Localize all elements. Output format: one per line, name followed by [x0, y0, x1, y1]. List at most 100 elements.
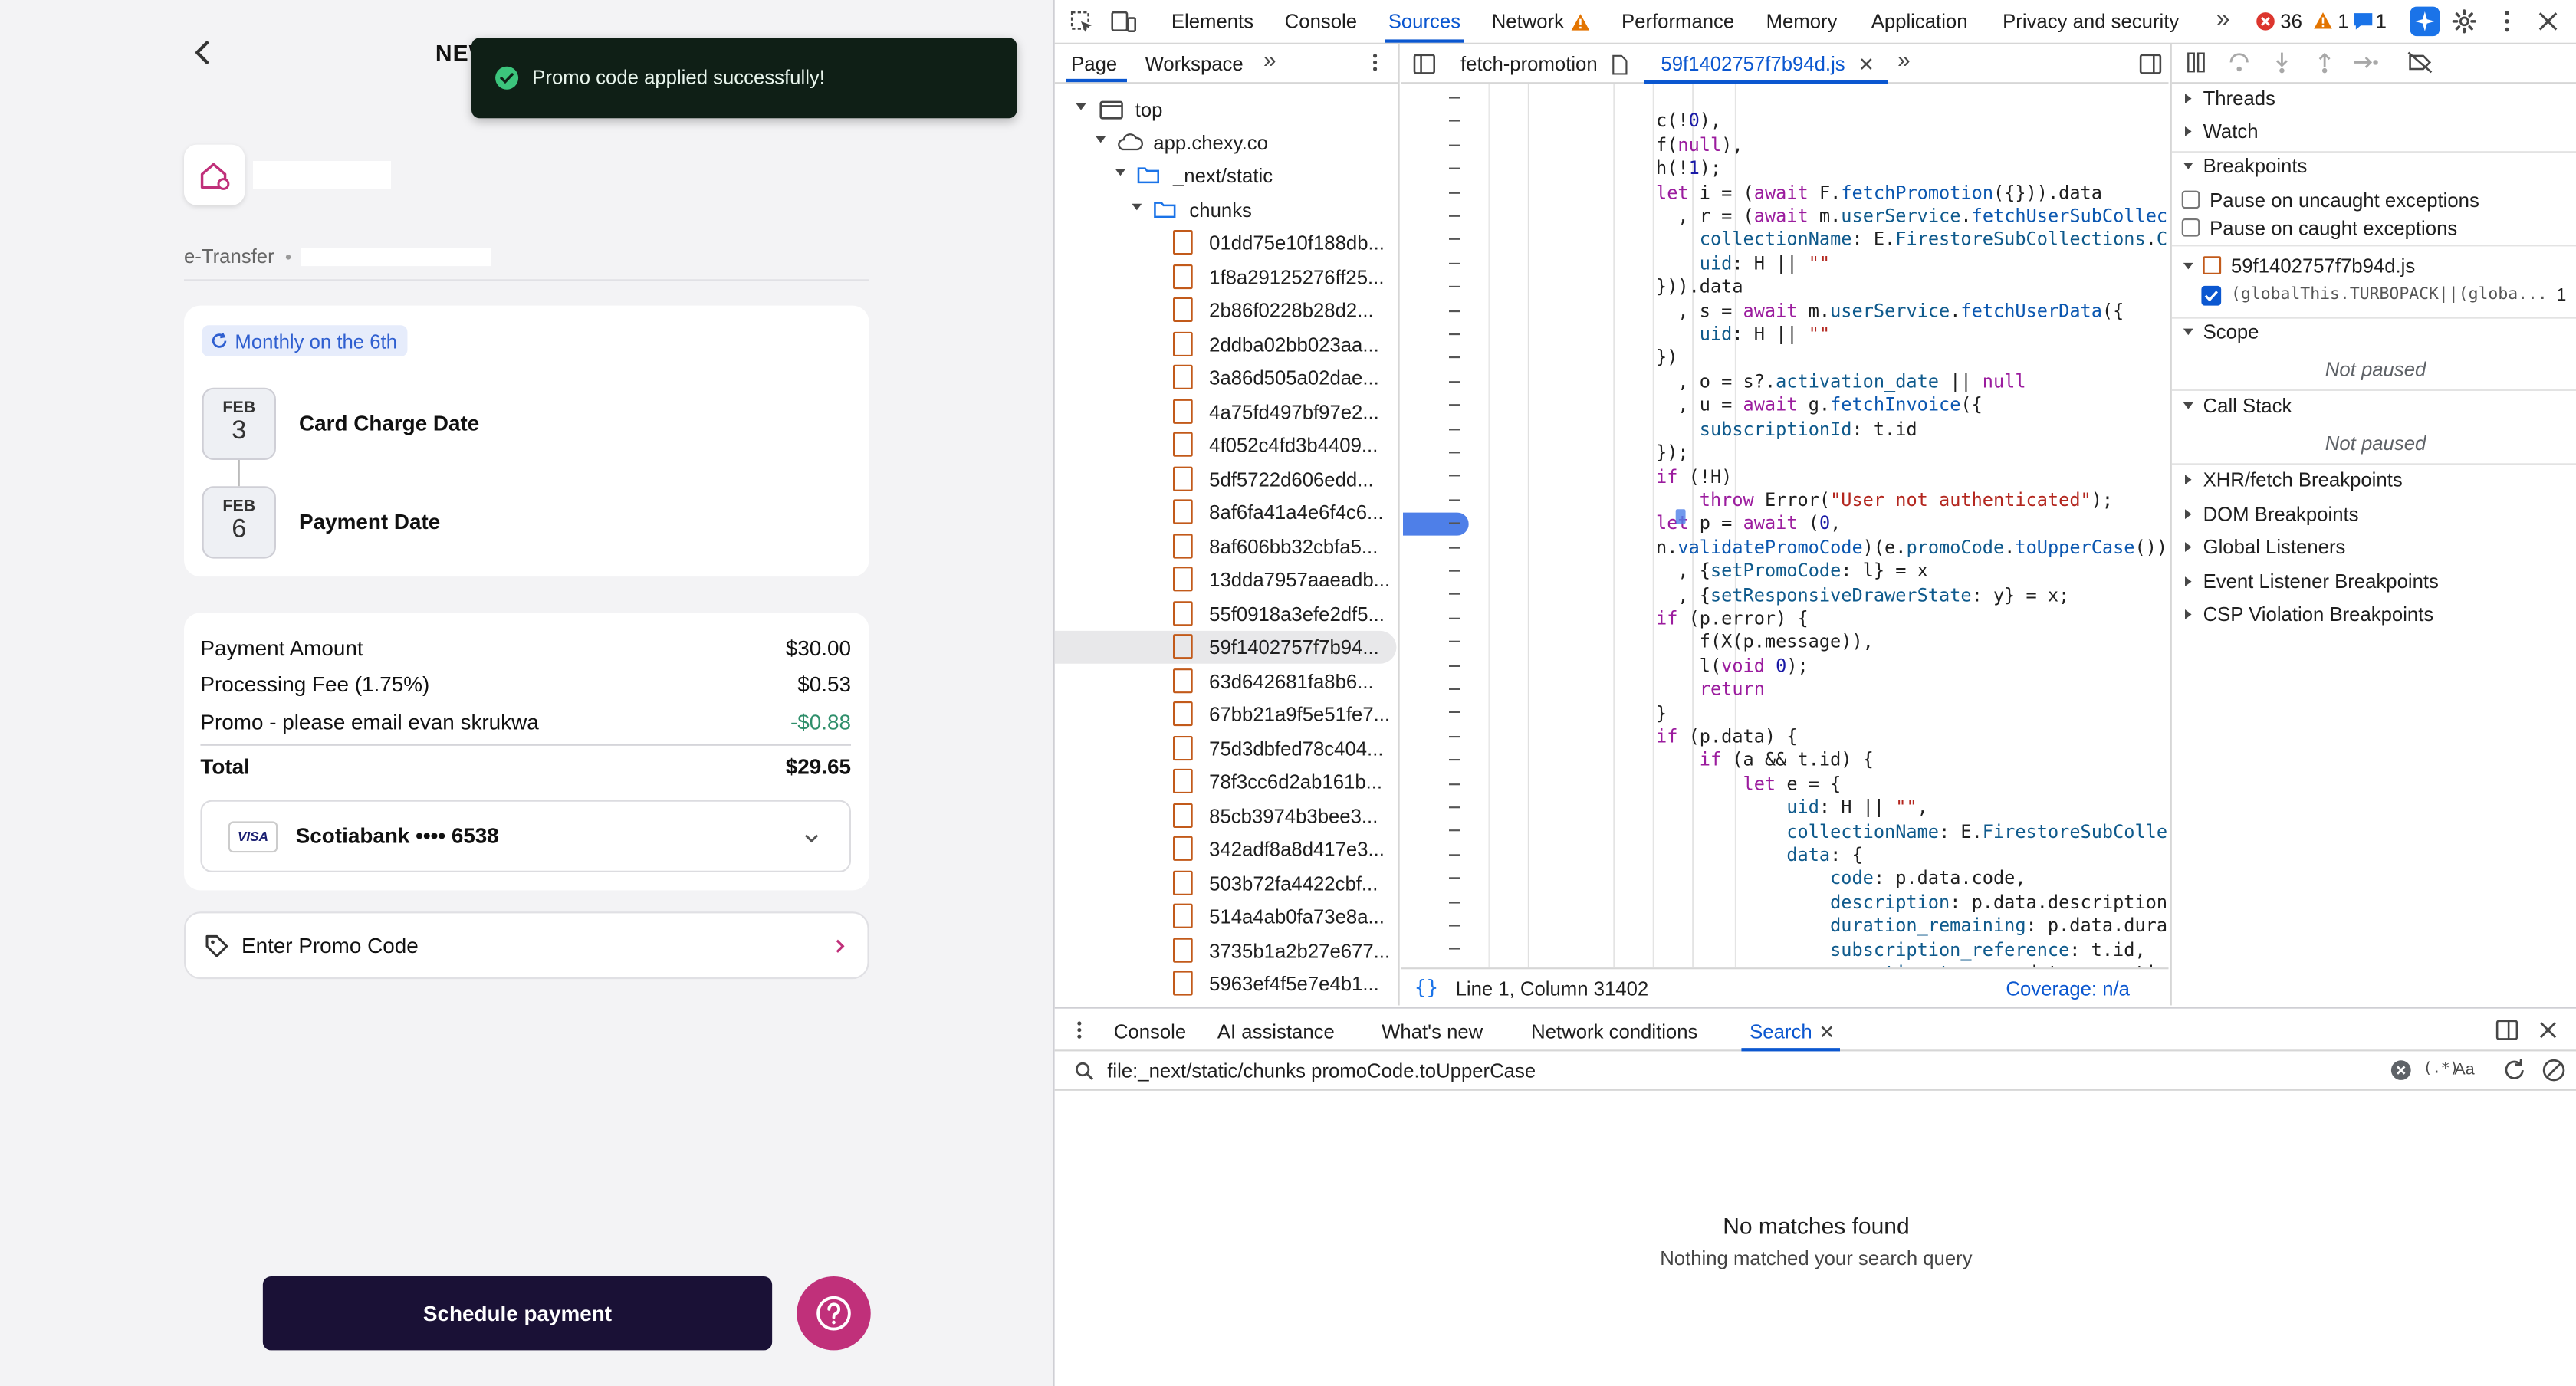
schedule-payment-button[interactable]: Schedule payment	[262, 1276, 773, 1351]
tab-application[interactable]: Application	[1871, 10, 1968, 33]
line-marker[interactable]	[1449, 215, 1460, 217]
toggle-debugger-icon[interactable]	[2139, 53, 2162, 76]
line-marker[interactable]	[1449, 498, 1460, 501]
tab-network[interactable]: Network	[1492, 10, 1564, 33]
deactivate-breakpoints-icon[interactable]	[2407, 51, 2433, 74]
coverage-status[interactable]: Coverage: n/a	[2006, 977, 2130, 1000]
file-item[interactable]: 3a86d505a02dae...	[1055, 361, 1397, 394]
file-item[interactable]: 2b86f0228b28d2...	[1055, 294, 1397, 327]
tree-item-top[interactable]: top	[1055, 94, 1397, 126]
file-item[interactable]: 01dd75e10f188db...	[1055, 227, 1397, 260]
file-item[interactable]: 4a75fd497bf97e2...	[1055, 395, 1397, 428]
drawer-tab-network-conditions[interactable]: Network conditions	[1531, 1020, 1697, 1043]
promo-code-row[interactable]: Enter Promo Code	[184, 911, 869, 980]
editor-tab-active[interactable]: 59f1402757f7b94d.js	[1644, 44, 1888, 84]
info-count[interactable]: 1	[2376, 10, 2387, 33]
line-marker[interactable]	[1449, 783, 1460, 785]
line-marker[interactable]	[1449, 546, 1460, 548]
tab-memory[interactable]: Memory	[1766, 10, 1838, 33]
pause-icon[interactable]	[2185, 51, 2208, 74]
file-item[interactable]: 8af6fa41a4e6f4c6...	[1055, 496, 1397, 529]
payment-card-selector[interactable]: VISA Scotiabank •••• 6538	[200, 800, 851, 872]
file-item[interactable]: 55f0918a3efe2df5...	[1055, 597, 1397, 630]
more-tabs-icon[interactable]: »	[2216, 5, 2230, 32]
line-marker[interactable]	[1449, 522, 1460, 524]
line-marker[interactable]	[1449, 593, 1460, 596]
more-tabs-icon[interactable]: »	[1898, 46, 1911, 72]
line-marker[interactable]	[1449, 735, 1460, 737]
ai-assistant-button[interactable]	[2410, 6, 2440, 37]
line-marker[interactable]	[1449, 452, 1460, 454]
line-marker[interactable]	[1449, 333, 1460, 336]
kebab-menu-icon[interactable]	[2499, 8, 2515, 34]
tab-privacy-security[interactable]: Privacy and security	[2003, 10, 2179, 33]
toggle-navigator-icon[interactable]	[1413, 53, 1436, 76]
line-marker[interactable]	[1449, 262, 1460, 264]
file-item[interactable]: 59f1402757f7b94...	[1054, 630, 1397, 664]
tab-workspace[interactable]: Workspace	[1145, 53, 1244, 76]
line-marker[interactable]	[1449, 380, 1460, 383]
back-button[interactable]	[186, 36, 219, 69]
file-item[interactable]: 503b72fa4422cbf...	[1055, 866, 1397, 899]
file-item[interactable]: 75d3dbfed78c404...	[1055, 732, 1397, 765]
line-marker[interactable]	[1449, 948, 1460, 951]
device-toolbar-icon[interactable]	[1111, 10, 1137, 34]
file-item[interactable]: 5df5722d606edd...	[1055, 462, 1397, 495]
tree-item-origin[interactable]: app.chexy.co	[1055, 126, 1397, 159]
inspect-element-icon[interactable]	[1070, 10, 1094, 34]
clear-search-icon[interactable]	[2390, 1059, 2412, 1081]
section-breakpoints[interactable]: Breakpoints	[2183, 154, 2307, 177]
file-item[interactable]: 78f3cc6d2ab161b...	[1055, 766, 1397, 799]
file-item[interactable]: 5963ef4f5e7e4b1...	[1055, 967, 1397, 1000]
step-into-icon[interactable]	[2270, 51, 2293, 74]
drawer-tab-ai[interactable]: AI assistance	[1217, 1020, 1335, 1043]
pretty-print-icon[interactable]: {}	[1414, 976, 1438, 999]
file-item[interactable]: 2ddba02bb023aa...	[1055, 328, 1397, 361]
section-global[interactable]: Global Listeners	[2185, 536, 2345, 559]
drawer-tab-search[interactable]: Search	[1750, 1020, 1812, 1043]
line-marker[interactable]	[1449, 238, 1460, 241]
file-item[interactable]: 4f052c4fd3b4409...	[1055, 429, 1397, 461]
drawer-menu-icon[interactable]	[1073, 1019, 1086, 1042]
line-marker[interactable]	[1449, 829, 1460, 833]
close-icon[interactable]	[1860, 57, 1873, 71]
kebab-menu-icon[interactable]	[1368, 51, 1382, 74]
file-item[interactable]: 1f8a29125276ff25...	[1055, 261, 1397, 294]
line-marker[interactable]	[1449, 191, 1460, 193]
match-case-toggle-icon[interactable]: Aa	[2454, 1061, 2474, 1079]
line-marker[interactable]	[1449, 144, 1460, 146]
step-icon[interactable]	[2353, 51, 2379, 74]
more-tabs-icon[interactable]: »	[1263, 46, 1276, 72]
breakpoint-file[interactable]: 59f1402757f7b94d.js	[2183, 255, 2415, 278]
source-code[interactable]: c(!0), f(null), h(!1); let i = (await F.…	[1656, 87, 2169, 967]
line-marker[interactable]	[1449, 877, 1460, 879]
line-marker[interactable]	[1449, 310, 1460, 312]
file-item[interactable]: 63d642681fa8b6...	[1055, 665, 1397, 698]
pause-caught-checkbox[interactable]: Pause on caught exceptions	[2181, 217, 2457, 240]
section-threads[interactable]: Threads	[2185, 87, 2275, 110]
drawer-tab-console[interactable]: Console	[1114, 1020, 1186, 1043]
line-marker[interactable]	[1449, 617, 1460, 619]
section-watch[interactable]: Watch	[2185, 120, 2258, 143]
line-marker[interactable]	[1449, 641, 1460, 643]
editor-tab-fetch-promotion[interactable]: fetch-promotion	[1441, 44, 1643, 84]
help-button[interactable]	[797, 1276, 871, 1351]
section-csp[interactable]: CSP Violation Breakpoints	[2185, 603, 2433, 626]
line-marker[interactable]	[1449, 356, 1460, 359]
close-icon[interactable]	[1820, 1025, 1833, 1038]
dock-side-icon[interactable]	[2496, 1019, 2518, 1042]
section-scope[interactable]: Scope	[2183, 320, 2259, 343]
line-marker[interactable]	[1449, 759, 1460, 761]
line-marker[interactable]	[1449, 97, 1460, 99]
tab-sources[interactable]: Sources	[1388, 10, 1460, 33]
search-input[interactable]: file:_next/static/chunks promoCode.toUpp…	[1107, 1059, 1536, 1082]
code-content[interactable]: c(!0), f(null), h(!1); let i = (await F.…	[1531, 84, 2169, 968]
file-item[interactable]: 67bb21a9f5e51fe7...	[1055, 698, 1397, 731]
line-marker[interactable]	[1449, 853, 1460, 856]
section-call-stack[interactable]: Call Stack	[2183, 394, 2292, 417]
pause-uncaught-checkbox[interactable]: Pause on uncaught exceptions	[2181, 189, 2479, 212]
file-item[interactable]: 85cb3974b3bee3...	[1055, 800, 1397, 833]
file-item[interactable]: 8af606bb32cbfa5...	[1055, 530, 1397, 563]
line-marker[interactable]	[1449, 806, 1460, 809]
file-item[interactable]: 13dda7957aaeadb...	[1055, 563, 1397, 596]
